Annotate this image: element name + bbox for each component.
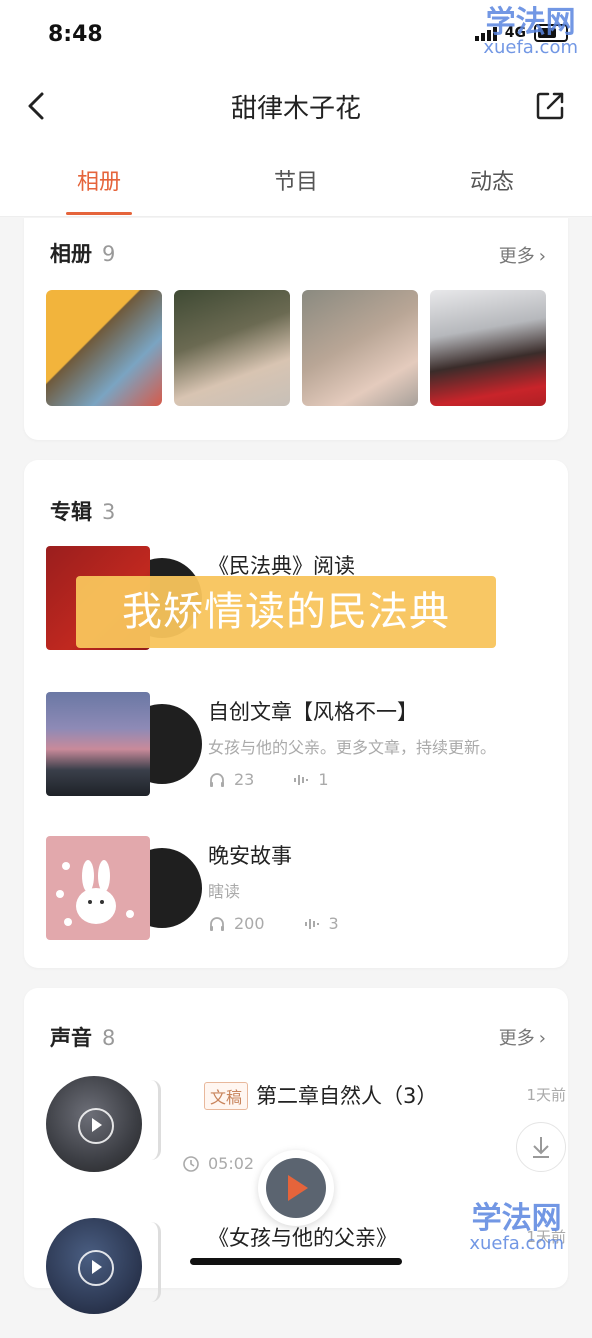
tab-indicator	[66, 212, 132, 215]
download-button[interactable]	[516, 1122, 566, 1172]
photos-title: 相册	[50, 242, 92, 266]
photos-more-label: 更多	[498, 246, 535, 267]
tab-bar: 相册 节目 动态	[0, 144, 592, 217]
download-icon	[533, 1137, 549, 1158]
album-item[interactable]: 晚安故事 瞎读 200 3	[46, 836, 566, 944]
photo-thumb[interactable]	[46, 290, 162, 406]
album-item[interactable]: 自创文章【风格不一】 女孩与他的父亲。更多文章，持续更新。 23 1	[46, 692, 566, 800]
tab-feed[interactable]: 动态	[432, 164, 552, 196]
page-title: 甜律木子花	[230, 94, 361, 124]
albums-title: 专辑	[50, 500, 92, 524]
floating-player-button[interactable]	[258, 1150, 334, 1226]
album-cover	[46, 836, 150, 940]
earphone-graphic	[142, 1080, 161, 1160]
watermark-url: xuefa.com	[469, 1233, 564, 1254]
track-count: 1	[318, 770, 329, 789]
album-stats: 200 3	[208, 914, 339, 933]
track-title: 《女孩与他的父亲》	[208, 1226, 397, 1250]
album-title: 自创文章【风格不一】	[208, 700, 418, 724]
albums-count: 3	[102, 500, 116, 524]
share-icon	[536, 92, 564, 120]
draft-badge: 文稿	[204, 1082, 249, 1110]
track-count: 3	[328, 914, 339, 933]
sounds-title: 声音	[50, 1026, 92, 1050]
photos-heading: 相册 9	[50, 238, 115, 268]
tab-programs[interactable]: 节目	[236, 164, 356, 196]
photos-count: 9	[102, 242, 116, 266]
albums-card: 专辑 3 《民法典》阅读 自创文章【风格不一】 女孩与他的父亲。更多文章，持续更新…	[24, 460, 568, 968]
watermark-logo: 学法网	[471, 1201, 562, 1236]
share-button[interactable]	[532, 88, 568, 124]
headphones-icon	[210, 916, 224, 931]
clock-icon	[183, 1155, 199, 1172]
track-title: 第二章自然人（3）	[256, 1084, 438, 1108]
photo-thumb[interactable]	[430, 290, 546, 406]
play-icon	[78, 1108, 114, 1144]
album-stats: 23 1	[208, 770, 329, 789]
chevron-right-icon: ›	[538, 246, 546, 267]
sounds-more-link[interactable]: 更多 ›	[499, 1024, 546, 1050]
headphones-icon	[210, 772, 224, 787]
status-time: 8:48	[48, 22, 103, 47]
photos-card: 相册 9 更多 ›	[24, 218, 568, 440]
home-indicator	[190, 1258, 402, 1265]
tab-albums[interactable]: 相册	[39, 164, 159, 196]
album-cover	[46, 692, 150, 796]
caption-overlay: 我矫情读的民法典	[76, 576, 496, 648]
waveform-icon	[294, 774, 309, 785]
albums-heading: 专辑 3	[50, 496, 115, 526]
track-cover	[46, 1218, 142, 1314]
track-time: 1天前	[526, 1086, 566, 1104]
sounds-count: 8	[102, 1026, 116, 1050]
photo-thumb[interactable]	[302, 290, 418, 406]
album-title: 晚安故事	[208, 844, 292, 868]
album-desc: 女孩与他的父亲。更多文章，持续更新。	[208, 738, 497, 757]
play-icon	[266, 1158, 326, 1218]
track-duration: 05:02	[208, 1154, 255, 1173]
watermark-url: xuefa.com	[483, 37, 578, 58]
waveform-icon	[304, 918, 319, 929]
sounds-more-label: 更多	[498, 1028, 535, 1049]
watermark-logo: 学法网	[485, 5, 576, 40]
track-cover	[46, 1076, 142, 1172]
play-icon	[78, 1250, 114, 1286]
watermark-top: 学法网 xuefa.com	[483, 8, 578, 58]
earphone-graphic	[142, 1222, 161, 1302]
bunny-illustration	[56, 860, 134, 926]
play-count: 200	[234, 914, 265, 933]
sounds-heading: 声音 8	[50, 1022, 115, 1052]
album-desc: 瞎读	[208, 882, 241, 901]
watermark-bottom: 学法网 xuefa.com	[469, 1204, 564, 1254]
play-count: 23	[234, 770, 255, 789]
photos-more-link[interactable]: 更多 ›	[499, 242, 546, 268]
nav-bar: 甜律木子花	[0, 72, 592, 144]
chevron-right-icon: ›	[538, 1028, 546, 1049]
photo-thumb[interactable]	[174, 290, 290, 406]
